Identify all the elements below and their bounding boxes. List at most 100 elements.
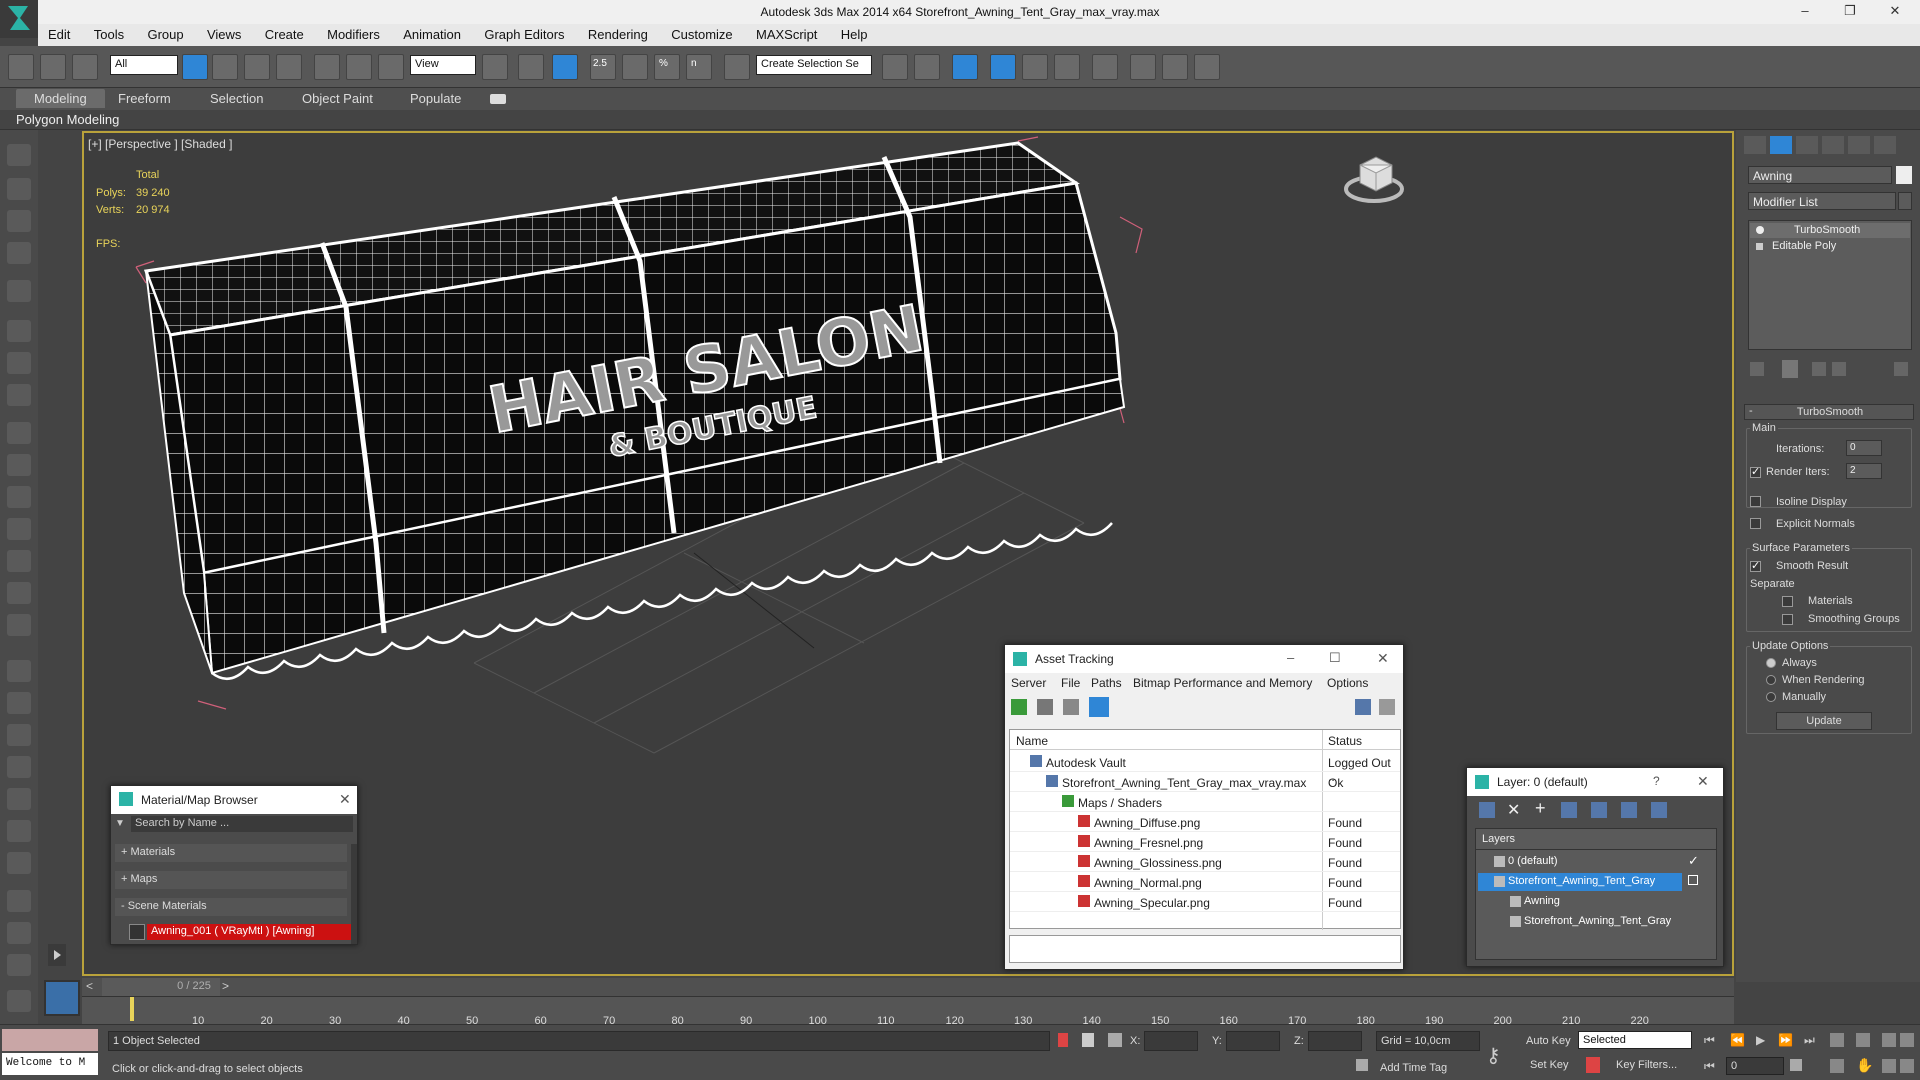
manually-radio[interactable] <box>1766 692 1776 702</box>
isolate-icon[interactable] <box>1058 1033 1068 1047</box>
box-icon[interactable] <box>7 422 31 444</box>
thumbnail-icon[interactable] <box>1063 699 1079 715</box>
menu-edit[interactable]: Edit <box>38 24 80 42</box>
stack-item-editable-poly[interactable]: Editable Poly <box>1750 239 1910 254</box>
key-icon[interactable]: ⚷ <box>1486 1043 1501 1068</box>
zoom-icon[interactable] <box>1830 1033 1844 1047</box>
lightbulb-icon[interactable] <box>1756 226 1764 234</box>
rendered-frame-window-icon[interactable] <box>1162 54 1188 80</box>
menu-paths[interactable]: Paths <box>1091 676 1122 690</box>
pin-stack-icon[interactable] <box>1750 362 1764 376</box>
menu-rendering[interactable]: Rendering <box>578 24 658 42</box>
render-setup-icon[interactable] <box>1130 54 1156 80</box>
asset-row[interactable]: Storefront_Awning_Tent_Gray_max_vray.max… <box>1010 772 1400 792</box>
layer-row[interactable]: Storefront_Awning_Tent_Gray <box>1478 873 1682 891</box>
menu-options[interactable]: Options <box>1327 676 1368 690</box>
go-to-start-icon[interactable]: ⏮ <box>1704 1033 1715 1048</box>
previous-frame-icon[interactable]: ⏪ <box>1730 1033 1745 1047</box>
remove-modifier-icon[interactable] <box>1832 362 1846 376</box>
tab-object-paint[interactable]: Object Paint <box>302 91 373 106</box>
asset-path-field[interactable] <box>1009 935 1401 963</box>
hide-all-icon[interactable] <box>1621 802 1637 818</box>
asset-row[interactable]: Awning_Glossiness.png Found <box>1010 852 1400 872</box>
asset-row[interactable]: Autodesk Vault Logged Out .. <box>1010 752 1400 784</box>
cloth-icon[interactable] <box>7 852 31 874</box>
key-mode-dropdown[interactable]: Selected <box>1578 1031 1692 1049</box>
plugin-icon[interactable] <box>7 990 31 1012</box>
field-of-view-icon[interactable] <box>1830 1059 1844 1073</box>
menu-bitmap-performance[interactable]: Bitmap Performance and Memory <box>1133 676 1312 690</box>
zoom-all-icon[interactable] <box>1856 1033 1870 1047</box>
y-coordinate-field[interactable] <box>1226 1031 1280 1051</box>
search-input[interactable]: Search by Name ... <box>131 816 353 832</box>
globe-icon[interactable] <box>7 890 31 912</box>
modify-tab-icon[interactable] <box>1770 136 1792 154</box>
polygon-modeling-label[interactable]: Polygon Modeling <box>16 112 119 127</box>
set-current-layer-icon[interactable] <box>1688 875 1698 885</box>
rectangle-selection-icon[interactable] <box>244 54 270 80</box>
viewcube-icon[interactable] <box>1342 151 1406 207</box>
next-frame-icon[interactable]: ⏩ <box>1778 1033 1793 1047</box>
window-crossing-icon[interactable] <box>276 54 302 80</box>
object-color-swatch[interactable] <box>1896 166 1912 184</box>
smoothing-groups-checkbox[interactable] <box>1782 614 1793 625</box>
freeze-all-icon[interactable] <box>1651 802 1667 818</box>
menu-graph-editors[interactable]: Graph Editors <box>474 24 574 42</box>
column-status[interactable]: Status <box>1328 734 1362 748</box>
orbit-icon[interactable] <box>1882 1059 1896 1073</box>
menu-animation[interactable]: Animation <box>393 24 471 42</box>
configure-sets-icon[interactable] <box>1894 362 1908 376</box>
asset-row[interactable]: Awning_Fresnel.png Found <box>1010 832 1400 852</box>
systems-icon[interactable] <box>7 756 31 778</box>
time-slider[interactable]: < 0 / 225 > <box>82 978 1734 996</box>
shape-icon[interactable] <box>7 614 31 636</box>
help-button[interactable]: ? <box>1653 774 1660 788</box>
go-to-end-icon[interactable]: ⏭ <box>1804 1033 1815 1048</box>
zoom-extents-icon[interactable] <box>1882 1033 1896 1047</box>
angle-snap-icon[interactable] <box>622 54 648 80</box>
stack-item-turbosmooth[interactable]: TurboSmooth <box>1750 223 1910 238</box>
materials-section[interactable]: + Materials <box>115 844 347 862</box>
x-coordinate-field[interactable] <box>1144 1031 1198 1051</box>
script-icon[interactable] <box>7 922 31 944</box>
pivot-center-icon[interactable] <box>482 54 508 80</box>
cone-icon[interactable] <box>7 550 31 572</box>
ribbon-options-icon[interactable] <box>490 94 506 104</box>
plant-icon[interactable] <box>7 788 31 810</box>
menu-help[interactable]: Help <box>831 24 878 42</box>
spinner-snap-icon[interactable]: n <box>686 54 712 80</box>
column-name[interactable]: Name <box>1016 734 1048 748</box>
z-coordinate-field[interactable] <box>1308 1031 1362 1051</box>
tab-modeling[interactable]: Modeling <box>16 89 105 108</box>
edit-named-selection-icon[interactable] <box>724 54 750 80</box>
asset-row[interactable]: Maps / Shaders <box>1010 792 1400 812</box>
filter-icon[interactable]: ▼ <box>115 818 129 832</box>
rollout-header[interactable]: - TurboSmooth <box>1744 404 1914 420</box>
create-icon[interactable] <box>7 178 31 200</box>
add-to-layer-icon[interactable]: + <box>1535 798 1546 819</box>
mini-listener-icon[interactable] <box>44 980 80 1016</box>
track-options-icon[interactable] <box>92 1000 110 1020</box>
particles-icon[interactable] <box>7 384 31 406</box>
calculator-icon[interactable] <box>7 242 31 264</box>
create-layer-icon[interactable] <box>1479 802 1495 818</box>
rotate-icon[interactable] <box>346 54 372 80</box>
list-view-icon[interactable] <box>1037 699 1053 715</box>
close-icon[interactable]: ✕ <box>339 791 351 808</box>
pan-icon[interactable]: ✋ <box>1856 1057 1873 1074</box>
list-icon[interactable] <box>7 210 31 232</box>
schematic-view-icon[interactable] <box>1054 54 1080 80</box>
select-manipulate-icon[interactable] <box>518 54 544 80</box>
ruler-icon[interactable] <box>7 660 31 682</box>
layers-header[interactable]: Layers <box>1482 833 1515 845</box>
render-iters-checkbox[interactable] <box>1750 465 1761 478</box>
curve-editor-icon[interactable] <box>1022 54 1048 80</box>
when-rendering-radio[interactable] <box>1766 675 1776 685</box>
bind-space-warp-icon[interactable] <box>72 54 98 80</box>
select-object-icon[interactable] <box>182 54 208 80</box>
explicit-normals-checkbox[interactable] <box>1750 518 1761 529</box>
tab-selection[interactable]: Selection <box>210 91 263 106</box>
smooth-result-checkbox[interactable] <box>1750 559 1761 572</box>
lock-icon[interactable] <box>1082 1033 1094 1047</box>
snaps-toggle-icon[interactable]: 2.5 <box>590 54 616 80</box>
